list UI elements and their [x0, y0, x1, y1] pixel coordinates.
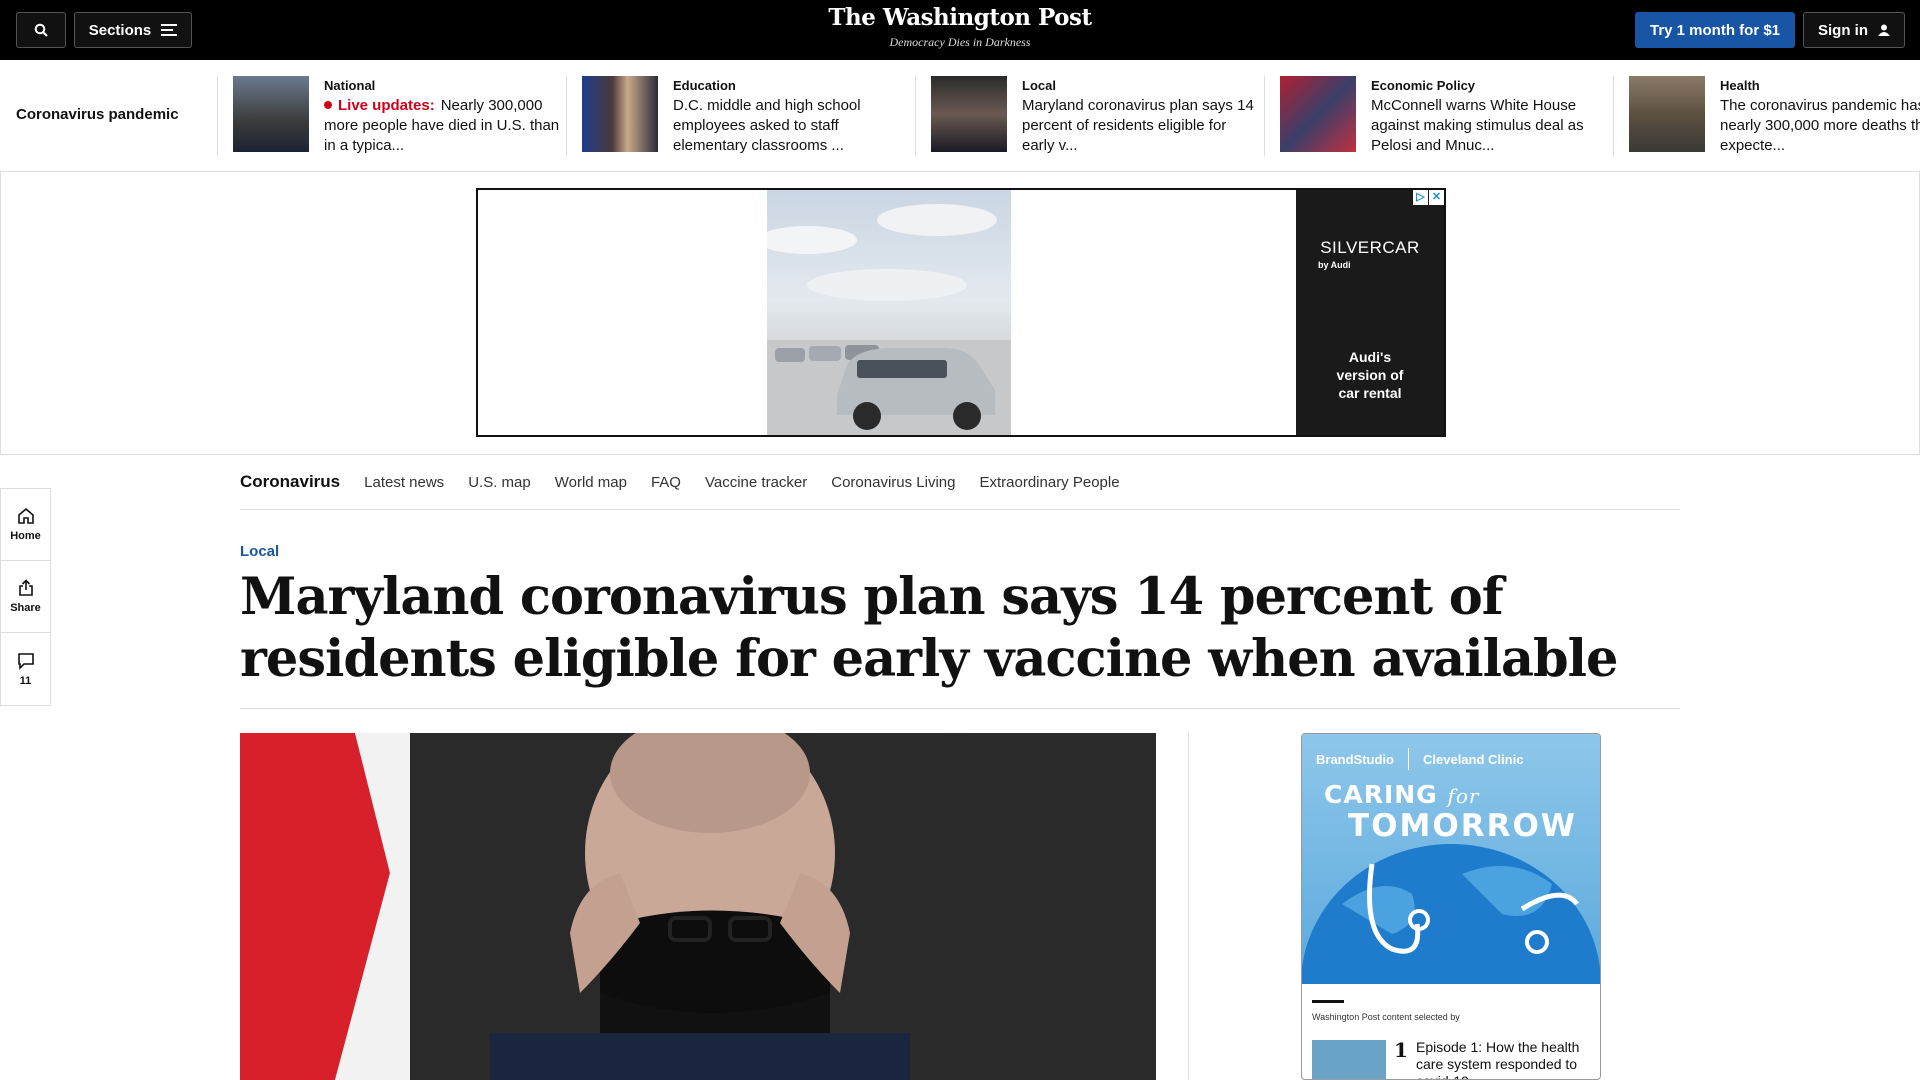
brandstudio-credit: Washington Post content selected by — [1312, 1012, 1460, 1022]
ad-brand-name: SILVERCAR — [1320, 238, 1420, 257]
strip-item[interactable]: Local Maryland coronavirus plan says 14 … — [915, 76, 1266, 156]
car-image-icon — [757, 204, 1011, 435]
live-label: Live updates: — [338, 97, 435, 114]
story-headline[interactable]: McConnell warns White House against maki… — [1371, 96, 1611, 156]
rail-share-label: Share — [10, 602, 41, 614]
masthead[interactable]: The Washington Post Democracy Dies in Da… — [760, 4, 1160, 50]
credit-bar — [1312, 1000, 1344, 1003]
subnav-title[interactable]: Coronavirus — [240, 472, 340, 492]
strip-title[interactable]: Coronavirus pandemic — [16, 106, 179, 123]
sign-in-label: Sign in — [1818, 21, 1868, 39]
strip-item[interactable]: National Live updates: Nearly 300,000 mor… — [217, 76, 568, 156]
globe-stethoscope-icon — [1302, 844, 1600, 984]
lead-photo-image — [240, 733, 910, 1080]
story-kicker[interactable]: Local — [1022, 78, 1056, 93]
divider — [566, 76, 567, 156]
subnav-link-world-map[interactable]: World map — [555, 474, 627, 491]
episode-thumbnail[interactable] — [1312, 1040, 1386, 1079]
divider — [1264, 76, 1265, 156]
story-kicker[interactable]: National — [324, 78, 375, 93]
story-thumbnail[interactable] — [931, 76, 1007, 152]
adchoices-icon[interactable]: ▷ — [1413, 190, 1428, 205]
article-lead-photo[interactable] — [240, 733, 1156, 1080]
story-headline[interactable]: Live updates: Nearly 300,000 more people … — [324, 96, 564, 156]
live-dot-icon — [324, 101, 332, 109]
ad-brand-panel[interactable]: SILVERCAR by Audi Audi's version of car … — [1296, 190, 1444, 435]
display-ad[interactable]: SILVERCAR by Audi Audi's version of car … — [476, 188, 1446, 437]
divider — [217, 76, 218, 156]
story-kicker[interactable]: Economic Policy — [1371, 78, 1475, 93]
rail-home-button[interactable]: Home — [1, 489, 50, 561]
rail-home-label: Home — [10, 530, 41, 542]
story-kicker[interactable]: Education — [673, 78, 736, 93]
article-headline: Maryland coronavirus plan says 14 percen… — [240, 566, 1680, 709]
sign-in-button[interactable]: Sign in — [1803, 12, 1905, 48]
search-icon — [34, 23, 48, 37]
episode-title[interactable]: Episode 1: How the health care system re… — [1416, 1039, 1586, 1079]
home-icon — [17, 507, 34, 524]
subnav-link-vaccine-tracker[interactable]: Vaccine tracker — [705, 474, 807, 491]
close-ad-icon[interactable]: ✕ — [1429, 190, 1444, 205]
divider — [1613, 76, 1614, 156]
subnav-link-latest-news[interactable]: Latest news — [364, 474, 444, 491]
side-rail: Home Share 11 — [0, 488, 51, 706]
rail-comments-count: 11 — [19, 674, 32, 687]
coronavirus-subnav: Coronavirus Latest news U.S. map World m… — [240, 455, 1680, 510]
search-button[interactable] — [16, 12, 66, 48]
episode-number: 1 — [1394, 1038, 1408, 1062]
story-thumbnail[interactable] — [1280, 76, 1356, 152]
subnav-link-faq[interactable]: FAQ — [651, 474, 681, 491]
story-headline[interactable]: Maryland coronavirus plan says 14 percen… — [1022, 96, 1262, 156]
subnav-link-us-map[interactable]: U.S. map — [468, 474, 531, 491]
rail-share-button[interactable]: Share — [1, 561, 50, 633]
strip-item[interactable]: Health The coronavirus pandemic has caus… — [1613, 76, 1920, 156]
brandstudio-banner[interactable]: BrandStudio Cleveland Clinic CARING for … — [1302, 734, 1600, 984]
column-divider — [1188, 733, 1189, 1080]
share-icon — [18, 579, 33, 596]
story-headline[interactable]: D.C. middle and high school employees as… — [673, 96, 913, 156]
trending-strip: Coronavirus pandemic National Live updat… — [0, 60, 1920, 172]
story-thumbnail[interactable] — [1629, 76, 1705, 152]
comment-icon — [17, 652, 34, 670]
tagline: Democracy Dies in Darkness — [889, 35, 1031, 49]
ad-copy: Audi's version of car rental — [1336, 349, 1404, 401]
story-thumbnail[interactable] — [233, 76, 309, 152]
top-nav-bar: Sections The Washington Post Democracy D… — [0, 0, 1920, 60]
rail-comments-button[interactable]: 11 — [1, 633, 50, 705]
ad-choices[interactable]: ▷ ✕ — [1413, 190, 1444, 205]
divider — [915, 76, 916, 156]
sections-label: Sections — [88, 21, 152, 39]
wapo-logo[interactable]: The Washington Post — [760, 4, 1160, 31]
subscribe-button[interactable]: Try 1 month for $1 — [1635, 12, 1795, 48]
ad-car-photo[interactable] — [757, 190, 1011, 435]
strip-item[interactable]: Education D.C. middle and high school em… — [566, 76, 917, 156]
story-headline[interactable]: The coronavirus pandemic has caused near… — [1720, 96, 1920, 156]
ad-region: SILVERCAR by Audi Audi's version of car … — [0, 172, 1920, 455]
sections-button[interactable]: Sections — [74, 12, 192, 48]
ad-brand-sub: by Audi — [1318, 260, 1351, 270]
menu-icon — [161, 24, 178, 36]
user-icon — [1878, 24, 1890, 36]
subnav-link-coronavirus-living[interactable]: Coronavirus Living — [831, 474, 955, 491]
subnav-link-extraordinary-people[interactable]: Extraordinary People — [979, 474, 1119, 491]
article-kicker[interactable]: Local — [240, 543, 279, 560]
brandstudio-ad[interactable]: BrandStudio Cleveland Clinic CARING for … — [1301, 733, 1601, 1080]
story-thumbnail[interactable] — [582, 76, 658, 152]
story-kicker[interactable]: Health — [1720, 78, 1760, 93]
strip-item[interactable]: Economic Policy McConnell warns White Ho… — [1264, 76, 1615, 156]
